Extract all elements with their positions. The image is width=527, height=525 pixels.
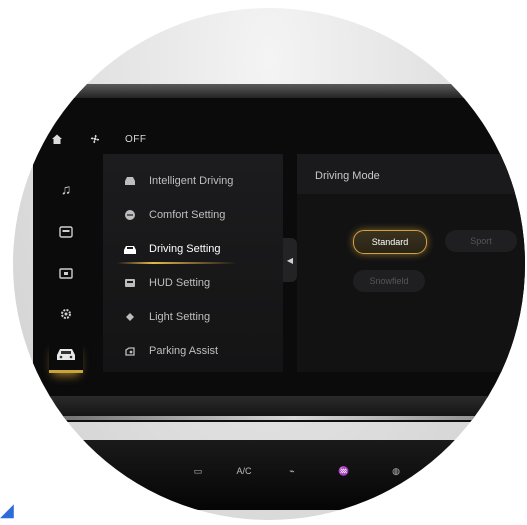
- menu-item-label: Comfort Setting: [149, 209, 226, 221]
- hud-icon: [123, 276, 137, 290]
- fan-icon[interactable]: [89, 133, 101, 145]
- status-bar: OFF: [33, 128, 525, 152]
- menu-item-hud-setting[interactable]: HUD Setting: [103, 268, 283, 298]
- menu-item-comfort-setting[interactable]: Comfort Setting: [103, 200, 283, 230]
- rear-defrost-icon[interactable]: ▭: [183, 466, 213, 477]
- mode-label: Sport: [470, 236, 492, 246]
- mode-label: Snowfield: [369, 276, 409, 286]
- panel-header: Driving Mode: [297, 154, 525, 194]
- ac-button[interactable]: A/C: [229, 466, 259, 476]
- rail-item-display[interactable]: [49, 260, 83, 290]
- menu-item-light-setting[interactable]: Light Setting: [103, 302, 283, 332]
- parking-icon: [123, 344, 137, 358]
- car-icon: [54, 346, 78, 365]
- app-rail: ♫: [33, 154, 103, 398]
- infotainment-screen: OFF ♫ Intelligent Driving Comfort Settin…: [33, 98, 525, 398]
- scene: OFF ♫ Intelligent Driving Comfort Settin…: [0, 0, 527, 525]
- mode-standard-button[interactable]: Standard: [353, 230, 427, 254]
- rail-item-vehicle[interactable]: [49, 340, 83, 373]
- chevron-left-icon: ◀: [286, 255, 294, 265]
- mode-sport-button[interactable]: Sport: [445, 230, 517, 252]
- menu-item-label: Light Setting: [149, 311, 211, 323]
- panel-title: Driving Mode: [315, 170, 380, 182]
- watermark-swoosh-icon: ◢: [0, 500, 14, 520]
- menu-item-label: Driving Setting: [149, 243, 221, 255]
- collapse-menu-button[interactable]: ◀: [283, 238, 297, 282]
- comfort-icon: [123, 208, 137, 222]
- car-assist-icon: [123, 174, 137, 188]
- menu-item-driving-setting[interactable]: Driving Setting: [103, 234, 283, 264]
- music-note-icon: ♫: [60, 181, 72, 197]
- driving-mode-panel: Driving Mode Standard Sport Snowfield: [297, 154, 525, 372]
- rail-item-music[interactable]: ♫: [49, 174, 83, 204]
- media-icon: [59, 225, 73, 241]
- menu-item-label: Parking Assist: [149, 345, 219, 357]
- fan-status-text: OFF: [125, 134, 147, 145]
- mode-snowfield-button[interactable]: Snowfield: [353, 270, 425, 292]
- front-defrost-icon[interactable]: ♒: [329, 466, 359, 477]
- display-icon: [59, 267, 73, 283]
- climate-control-panel: ▭ A/C ⌁ ♒ ◍: [53, 440, 525, 510]
- mode-label: Standard: [371, 237, 409, 247]
- rail-item-media[interactable]: [49, 218, 83, 248]
- chrome-trim: [33, 416, 525, 420]
- rail-item-settings[interactable]: [49, 300, 83, 330]
- seat-heat-icon[interactable]: ◍: [381, 466, 411, 477]
- light-icon: [123, 310, 137, 324]
- photo-frame: OFF ♫ Intelligent Driving Comfort Settin…: [13, 8, 525, 520]
- recirculation-icon[interactable]: ⌁: [277, 466, 307, 477]
- home-icon[interactable]: [51, 133, 63, 145]
- menu-item-label: HUD Setting: [149, 277, 211, 289]
- settings-gear-icon: [60, 307, 72, 323]
- menu-item-intelligent-driving[interactable]: Intelligent Driving: [103, 166, 283, 196]
- menu-item-label: Intelligent Driving: [149, 175, 234, 187]
- menu-item-parking-assist[interactable]: Parking Assist: [103, 336, 283, 366]
- settings-menu: Intelligent Driving Comfort Setting Driv…: [103, 154, 283, 372]
- steering-icon: [123, 242, 137, 256]
